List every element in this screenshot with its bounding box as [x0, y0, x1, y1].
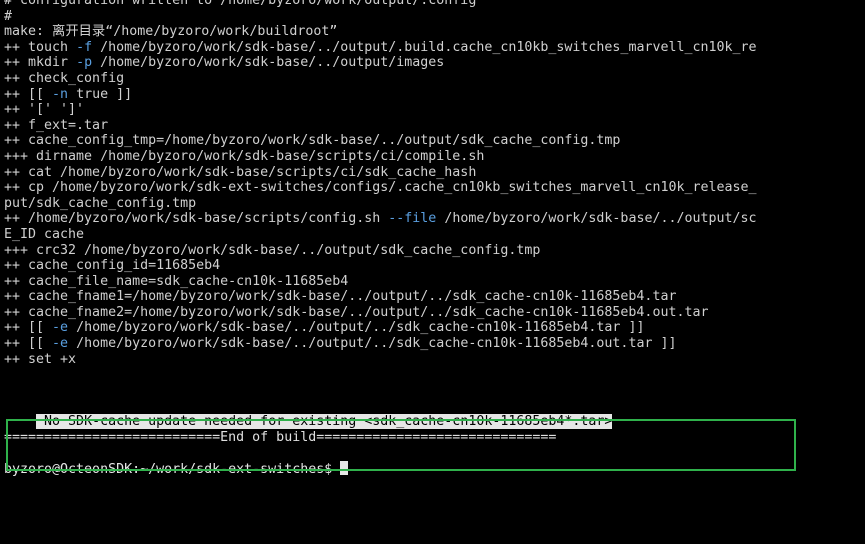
terminal-text: ++ [[ [4, 320, 53, 336]
terminal-text: /home/byzoro/work/sdk-base/../output/.bu… [92, 39, 757, 55]
terminal-line: ++ cache_config_tmp=/home/byzoro/work/sd… [4, 133, 865, 149]
terminal-line: ++ cache_config_id=11685eb4 [4, 258, 865, 274]
terminal-text: ++ [[ [4, 86, 53, 102]
terminal-line: ++ cp /home/byzoro/work/sdk-ext-switches… [4, 180, 865, 196]
command-flag: -f [76, 39, 93, 55]
terminal-line: ++ touch -f /home/byzoro/work/sdk-base/.… [4, 40, 865, 56]
terminal-line: put/sdk_cache_config.tmp [4, 196, 865, 212]
terminal-text: # configuration written to /home/byzoro/… [4, 0, 477, 8]
terminal-line: # configuration written to /home/byzoro/… [4, 0, 865, 9]
terminal-line: E_ID cache [4, 227, 865, 243]
terminal-line: # [4, 9, 865, 25]
terminal-text: /home/byzoro/work/sdk-base/../output/../… [68, 320, 645, 336]
terminal-line: ++ /home/byzoro/work/sdk-base/scripts/co… [4, 211, 865, 227]
terminal-window[interactable]: # configuration written to /home/byzoro/… [4, 0, 865, 544]
text-cursor [340, 460, 349, 475]
terminal-line: ++ mkdir -p /home/byzoro/work/sdk-base/.… [4, 55, 865, 71]
terminal-line: ++ cache_file_name=sdk_cache-cn10k-11685… [4, 274, 865, 290]
cache-notice-line: No SDK-cache update needed for existing … [4, 398, 865, 430]
terminal-text: # [4, 8, 13, 24]
cache-notice-text: No SDK-cache update needed for existing … [36, 414, 613, 430]
terminal-text: /home/byzoro/work/sdk-base/../output/../… [68, 336, 677, 352]
terminal-line: ++ cache_fname1=/home/byzoro/work/sdk-ba… [4, 289, 865, 305]
terminal-text: ++ cache_config_tmp=/home/byzoro/work/sd… [4, 133, 621, 149]
terminal-text: /home/byzoro/work/sdk-base/../output/ima… [92, 55, 445, 71]
terminal-text: +++ dirname /home/byzoro/work/sdk-base/s… [4, 148, 485, 164]
terminal-text: ++ cache_fname1=/home/byzoro/work/sdk-ba… [4, 289, 677, 305]
terminal-text: ++ '[' ']' [4, 102, 85, 118]
terminal-text: make: 离开目录“/home/byzoro/work/buildroot” [4, 24, 338, 40]
terminal-line: ++ cat /home/byzoro/work/sdk-base/script… [4, 165, 865, 181]
terminal-line: +++ crc32 /home/byzoro/work/sdk-base/../… [4, 243, 865, 259]
terminal-line: ++ [[ -e /home/byzoro/work/sdk-base/../o… [4, 336, 865, 352]
terminal-text: put/sdk_cache_config.tmp [4, 195, 197, 211]
terminal-line: make: 离开目录“/home/byzoro/work/buildroot” [4, 24, 865, 40]
terminal-output: # configuration written to /home/byzoro/… [4, 0, 865, 367]
command-flag: --file [388, 211, 437, 227]
terminal-line: ++ '[' ']' [4, 102, 865, 118]
terminal-text: ++ [[ [4, 336, 53, 352]
terminal-text: ++ /home/byzoro/work/sdk-base/scripts/co… [4, 211, 389, 227]
terminal-line: ++ cache_fname2=/home/byzoro/work/sdk-ba… [4, 305, 865, 321]
terminal-text: ++ mkdir [4, 55, 77, 71]
terminal-text: ++ f_ext=.tar [4, 117, 109, 133]
terminal-text: ++ touch [4, 39, 77, 55]
terminal-text: ++ cat /home/byzoro/work/sdk-base/script… [4, 164, 477, 180]
end-of-build-banner: ===========================End of build=… [4, 429, 557, 445]
terminal-line: ++ [[ -e /home/byzoro/work/sdk-base/../o… [4, 320, 865, 336]
command-flag: -e [52, 336, 69, 352]
command-flag: -n [52, 86, 69, 102]
terminal-text: ++ cp /home/byzoro/work/sdk-ext-switches… [4, 180, 757, 196]
terminal-text: true ]] [68, 86, 133, 102]
terminal-text: ++ cache_file_name=sdk_cache-cn10k-11685… [4, 273, 349, 289]
terminal-line: ++ set +x [4, 352, 865, 368]
terminal-text: /home/byzoro/work/sdk-base/../output/sc [436, 211, 757, 227]
terminal-line: ++ f_ext=.tar [4, 118, 865, 134]
command-flag: -p [76, 55, 93, 71]
terminal-text: E_ID cache [4, 226, 85, 242]
terminal-line: ++ check_config [4, 71, 865, 87]
shell-prompt-line[interactable]: byzoro@OcteonSDK:~/work/sdk-ext-switches… [4, 460, 865, 477]
terminal-line: ++ [[ -n true ]] [4, 87, 865, 103]
terminal-text: ++ set +x [4, 351, 77, 367]
terminal-text: ++ cache_config_id=11685eb4 [4, 258, 221, 274]
terminal-text: ++ cache_fname2=/home/byzoro/work/sdk-ba… [4, 304, 709, 320]
shell-prompt: byzoro@OcteonSDK:~/work/sdk-ext-switches… [4, 461, 341, 477]
command-flag: -e [52, 320, 69, 336]
terminal-line: +++ dirname /home/byzoro/work/sdk-base/s… [4, 149, 865, 165]
terminal-text: ++ check_config [4, 70, 125, 86]
terminal-text: +++ crc32 /home/byzoro/work/sdk-base/../… [4, 242, 541, 258]
